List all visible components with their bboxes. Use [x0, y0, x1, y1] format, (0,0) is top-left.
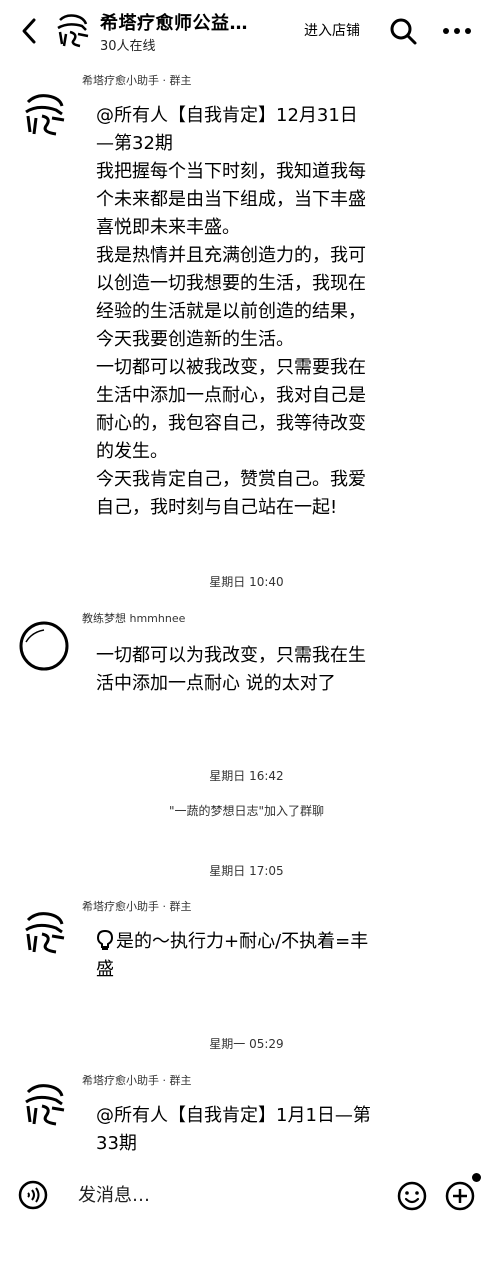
notification-dot [472, 1173, 481, 1182]
message-line: 喜悦即未来丰盛。 [96, 217, 240, 238]
message-timestamp: 星期日 16:42 [209, 769, 284, 783]
group-avatar[interactable] [52, 10, 92, 50]
message-line: 的发生。 [96, 441, 168, 462]
chat-header: 希塔疗愈师公益… 30人在线 进入店铺 [0, 0, 493, 62]
message-line: 33期 [96, 1133, 137, 1154]
message-line: 经验的生活就是以前创造的结果， [96, 301, 366, 322]
sender-name: 希塔疗愈小助手 · 群主 [82, 74, 192, 87]
more-icon[interactable] [440, 18, 474, 44]
message-timestamp: 星期日 17:05 [209, 864, 284, 878]
search-icon[interactable] [388, 16, 418, 46]
message-text: 是的～执行力+耐心/不执着=丰 [116, 931, 369, 952]
message-line: 今天我要创造新的生活。 [96, 329, 294, 350]
message-line: 耐心的，我包容自己，我等待改变 [96, 413, 366, 434]
message-bubble: @所有人【自我肯定】12月31日 —第32期 我把握每个当下时刻，我知道我每 个… [80, 100, 410, 526]
message-line: 是的～执行力+耐心/不执着=丰 [96, 928, 402, 956]
sender-avatar[interactable] [18, 906, 70, 958]
message-line: @所有人【自我肯定】12月31日 [96, 105, 358, 126]
lightbulb-icon [96, 929, 114, 950]
voice-icon[interactable] [18, 1180, 48, 1210]
back-icon[interactable] [14, 14, 44, 48]
sender-name: 希塔疗愈小助手 · 群主 [82, 1074, 192, 1087]
sender-avatar[interactable] [18, 620, 70, 672]
sender-name: 希塔疗愈小助手 · 群主 [82, 900, 192, 913]
enter-store-link[interactable]: 进入店铺 [304, 20, 360, 40]
group-title: 希塔疗愈师公益… [100, 13, 248, 34]
message-line: 生活中添加一点耐心，我对自己是 [96, 385, 366, 406]
message-line: 自己，我时刻与自己站在一起! [96, 497, 338, 518]
message-line: 我把握每个当下时刻，我知道我每 [96, 161, 366, 182]
message-bubble: 是的～执行力+耐心/不执着=丰 盛 [80, 926, 410, 988]
message-line: 盛 [96, 959, 114, 980]
join-notice: "一蔬的梦想日志"加入了群聊 [168, 804, 325, 818]
message-line: 活中添加一点耐心 说的太对了 [96, 673, 336, 694]
message-line: 我是热情并且充满创造力的，我可 [96, 245, 366, 266]
message-timestamp: 星期日 10:40 [209, 575, 284, 589]
online-count: 30人在线 [100, 39, 156, 54]
emoji-icon[interactable] [396, 1180, 428, 1212]
message-line: 今天我肯定自己，赞赏自己。我爱 [96, 469, 366, 490]
message-bubble: @所有人【自我肯定】1月1日—第 33期 [80, 1100, 410, 1162]
message-line: —第32期 [96, 133, 173, 154]
sender-avatar[interactable] [18, 88, 70, 140]
message-line: 个未来都是由当下组成，当下丰盛 [96, 189, 366, 210]
message-input[interactable] [70, 1178, 378, 1212]
message-line: @所有人【自我肯定】1月1日—第 [96, 1105, 371, 1126]
message-line: 一切都可以被我改变，只需要我在 [96, 357, 366, 378]
sender-name: 教练梦想 hmmhnee [82, 612, 186, 625]
message-timestamp: 星期一 05:29 [209, 1037, 284, 1051]
message-composer [0, 1160, 493, 1280]
sender-avatar[interactable] [18, 1078, 70, 1130]
plus-icon[interactable] [444, 1180, 476, 1212]
message-line: 以创造一切我想要的生活，我现在 [96, 273, 366, 294]
message-bubble: 一切都可以为我改变，只需我在生 活中添加一点耐心 说的太对了 [80, 640, 410, 702]
message-line: 一切都可以为我改变，只需我在生 [96, 645, 366, 666]
